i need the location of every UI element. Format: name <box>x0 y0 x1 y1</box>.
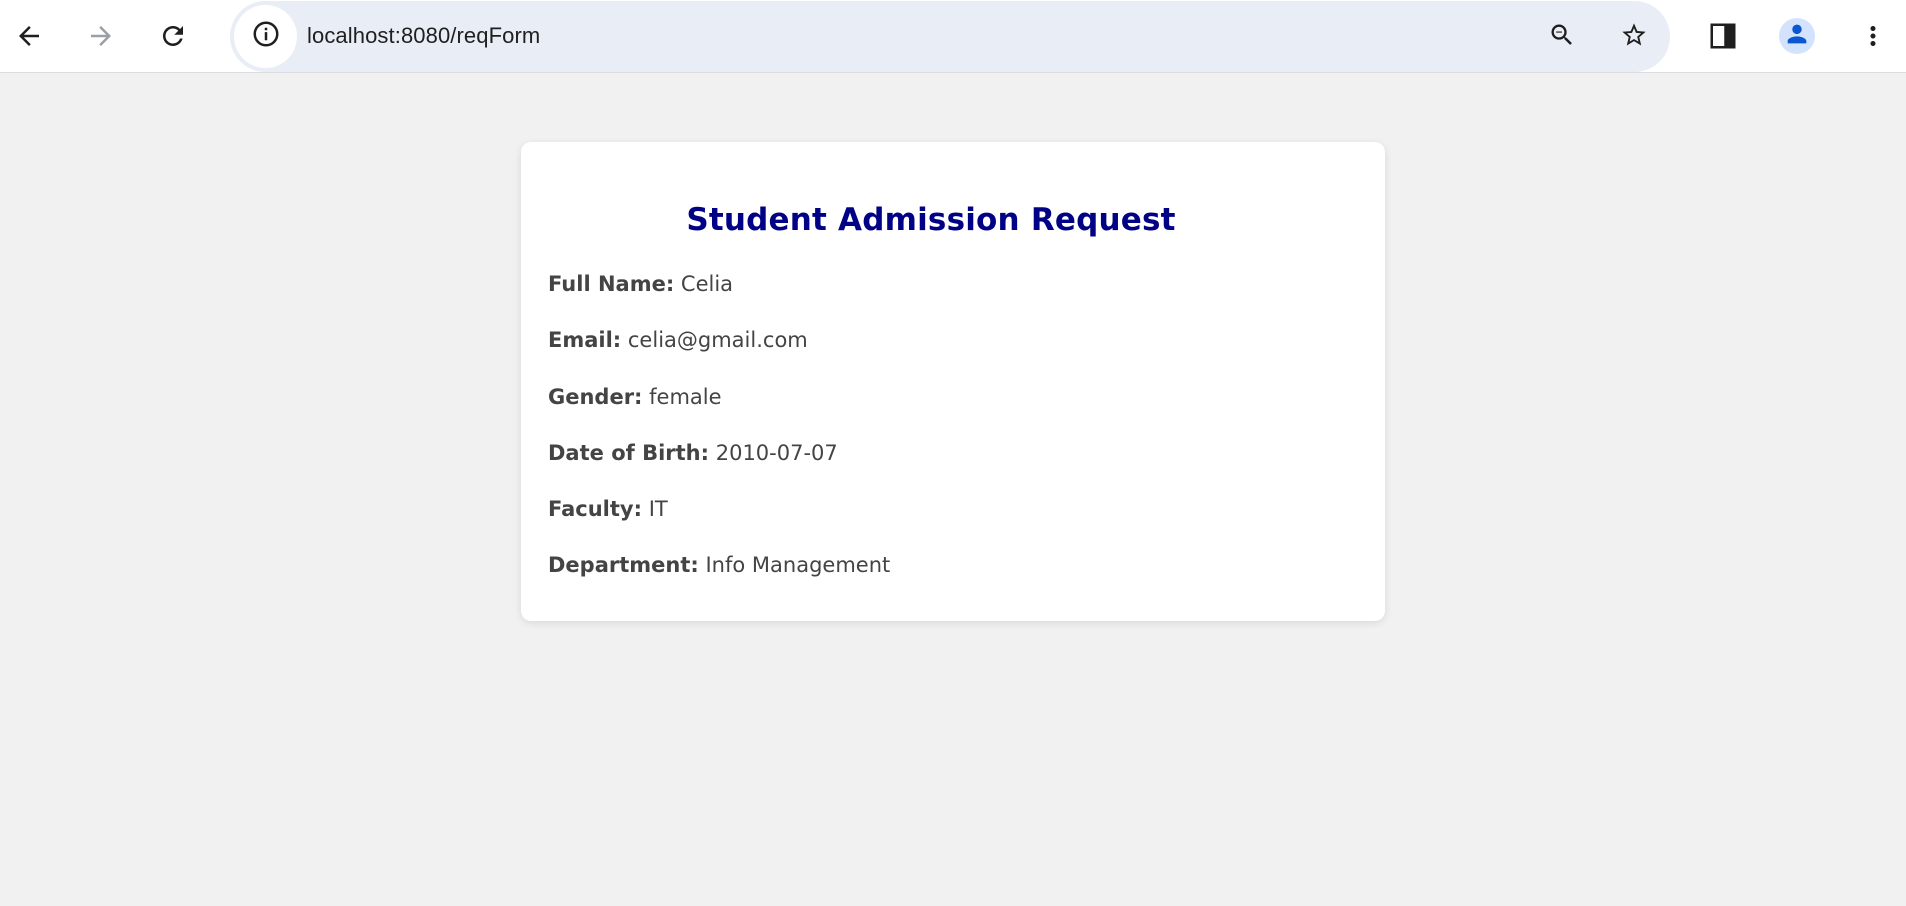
back-button[interactable] <box>5 12 53 60</box>
field-value: Celia <box>680 272 734 296</box>
side-panel-icon <box>1708 21 1738 51</box>
bookmark-button[interactable] <box>1610 13 1658 61</box>
field-date-of-birth: Date of Birth: 2010-07-07 <box>548 441 838 465</box>
person-icon <box>1783 20 1811 53</box>
field-label: Faculty: <box>548 497 643 521</box>
address-bar[interactable]: localhost:8080/reqForm <box>230 1 1670 72</box>
field-label: Full Name: <box>548 272 675 296</box>
field-label: Email: <box>548 328 622 352</box>
field-label: Date of Birth: <box>548 441 710 465</box>
field-value: celia@gmail.com <box>627 328 808 352</box>
profile-button[interactable] <box>1779 18 1815 54</box>
star-icon <box>1620 21 1648 54</box>
field-gender: Gender: female <box>548 385 722 409</box>
browser-toolbar: localhost:8080/reqForm <box>0 0 1906 73</box>
field-value: female <box>649 385 722 409</box>
field-email: Email: celia@gmail.com <box>548 328 808 352</box>
zoom-button[interactable] <box>1538 13 1586 61</box>
field-department: Department: Info Management <box>548 553 890 577</box>
field-value: 2010-07-07 <box>715 441 838 465</box>
info-icon <box>251 19 281 54</box>
url-text[interactable]: localhost:8080/reqForm <box>307 23 540 49</box>
field-label: Gender: <box>548 385 643 409</box>
field-label: Department: <box>548 553 699 577</box>
more-vertical-icon <box>1858 21 1888 51</box>
menu-button[interactable] <box>1849 12 1897 60</box>
zoom-out-icon <box>1548 21 1576 54</box>
forward-button[interactable] <box>77 12 125 60</box>
arrow-right-icon <box>86 21 116 51</box>
arrow-left-icon <box>14 21 44 51</box>
field-value: IT <box>648 497 668 521</box>
card-title: Student Admission Request <box>686 202 1176 238</box>
site-info-button[interactable] <box>234 5 297 68</box>
admission-request-card: Student Admission Request Full Name: Cel… <box>521 142 1385 621</box>
reload-button[interactable] <box>149 12 197 60</box>
field-value: Info Management <box>705 553 891 577</box>
field-full-name: Full Name: Celia <box>548 272 733 296</box>
reload-icon <box>158 21 188 51</box>
field-faculty: Faculty: IT <box>548 497 668 521</box>
side-panel-button[interactable] <box>1699 12 1747 60</box>
